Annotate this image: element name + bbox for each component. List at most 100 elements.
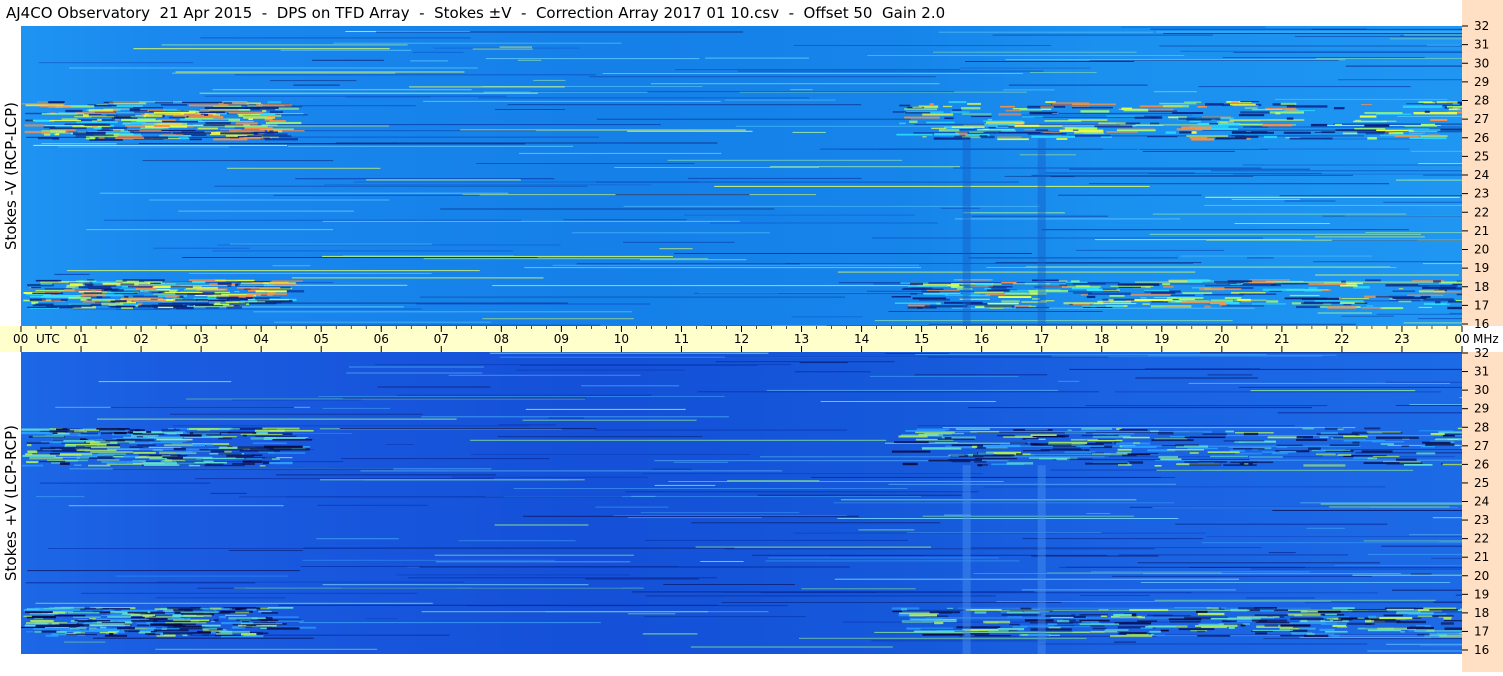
rfi-line: [1392, 589, 1462, 591]
activity-speckle: [1064, 451, 1096, 454]
rfi-line: [346, 372, 483, 374]
activity-speckle: [1367, 457, 1378, 460]
time-tick-label: 19: [1154, 332, 1169, 346]
rfi-line: [1396, 405, 1462, 406]
activity-speckle: [894, 302, 938, 304]
rfi-line: [1045, 172, 1195, 174]
rfi-line: [888, 311, 1103, 312]
activity-speckle: [1407, 294, 1444, 296]
activity-speckle: [235, 611, 250, 614]
activity-speckle: [1367, 629, 1402, 632]
activity-speckle: [1010, 442, 1028, 445]
rfi-line: [416, 303, 651, 305]
rfi-line: [1233, 51, 1462, 53]
activity-speckle: [200, 109, 239, 111]
activity-speckle: [65, 633, 98, 636]
rfi-line: [1389, 38, 1462, 40]
activity-speckle: [922, 113, 954, 116]
activity-speckle: [255, 435, 297, 437]
rfi-line: [765, 560, 1020, 562]
rfi-line: [627, 130, 753, 132]
activity-speckle: [154, 101, 173, 104]
activity-speckle: [1158, 455, 1178, 459]
activity-speckle: [175, 431, 185, 433]
activity-speckle: [1106, 115, 1145, 117]
activity-speckle: [1279, 451, 1297, 453]
activity-speckle: [242, 434, 247, 437]
activity-speckle: [1165, 131, 1176, 134]
rfi-line: [396, 574, 630, 576]
activity-speckle: [262, 135, 292, 137]
activity-speckle: [1398, 300, 1412, 303]
rfi-line: [68, 505, 284, 507]
activity-speckle: [25, 119, 33, 122]
activity-speckle: [1172, 112, 1204, 114]
activity-speckle: [1385, 607, 1424, 609]
activity-speckle: [246, 624, 257, 627]
rfi-line: [1034, 116, 1139, 118]
activity-speckle: [1083, 449, 1090, 451]
activity-speckle: [1325, 613, 1337, 616]
activity-speckle: [975, 283, 993, 286]
activity-speckle: [1325, 619, 1331, 621]
rfi-line: [320, 479, 585, 481]
activity-speckle: [135, 456, 163, 459]
activity-speckle: [110, 306, 120, 308]
activity-speckle: [1374, 620, 1401, 623]
rfi-line: [217, 244, 561, 246]
activity-speckle: [1361, 104, 1373, 106]
activity-speckle: [236, 287, 281, 289]
rfi-line: [1315, 274, 1459, 276]
activity-speckle: [984, 287, 992, 290]
activity-speckle: [262, 427, 300, 430]
rfi-line: [1386, 643, 1462, 645]
activity-speckle: [89, 617, 96, 619]
activity-speckle: [40, 282, 53, 286]
activity-speckle: [183, 614, 212, 617]
activity-speckle: [51, 622, 59, 625]
activity-speckle: [902, 462, 918, 466]
activity-speckle: [175, 307, 194, 310]
activity-speckle: [1310, 123, 1328, 127]
rfi-line: [784, 263, 1194, 264]
activity-speckle: [73, 616, 101, 618]
activity-speckle: [26, 442, 50, 444]
rfi-line: [799, 362, 848, 364]
activity-speckle: [1336, 626, 1348, 628]
rfi-line: [650, 83, 940, 85]
activity-speckle: [1300, 610, 1318, 613]
rfi-line: [1189, 566, 1462, 568]
activity-speckle: [1361, 307, 1383, 309]
frequency-axis-top: 16 17 18 19 20 21 22 23 24 25 26 27 28 29 30 31 32: [1462, 0, 1503, 331]
activity-speckle: [133, 295, 158, 298]
activity-speckle: [924, 293, 949, 296]
activity-speckle: [1357, 617, 1365, 619]
rfi-line: [996, 601, 1332, 602]
activity-speckle: [50, 446, 91, 449]
activity-speckle: [1181, 301, 1226, 304]
activity-speckle: [1098, 609, 1109, 611]
rfi-line: [1076, 249, 1225, 251]
activity-speckle: [160, 440, 187, 442]
activity-speckle: [986, 447, 1008, 449]
activity-speckle: [1296, 435, 1313, 439]
rfi-line: [324, 184, 652, 186]
activity-speckle: [124, 629, 140, 632]
activity-speckle: [148, 110, 189, 112]
activity-speckle: [96, 428, 130, 430]
activity-speckle: [891, 450, 931, 453]
rfi-line: [1250, 568, 1462, 570]
activity-speckle: [1000, 105, 1015, 108]
activity-speckle: [268, 616, 299, 618]
activity-speckle: [1082, 305, 1124, 307]
rfi-line: [833, 502, 1175, 504]
activity-speckle: [216, 296, 239, 299]
activity-speckle: [969, 285, 993, 287]
activity-speckle: [1430, 118, 1448, 121]
activity-speckle: [136, 436, 144, 438]
activity-speckle: [1304, 634, 1329, 637]
activity-speckle: [1303, 464, 1346, 467]
rfi-line: [33, 144, 287, 146]
activity-speckle: [1385, 284, 1419, 287]
rfi-line: [623, 205, 1041, 207]
